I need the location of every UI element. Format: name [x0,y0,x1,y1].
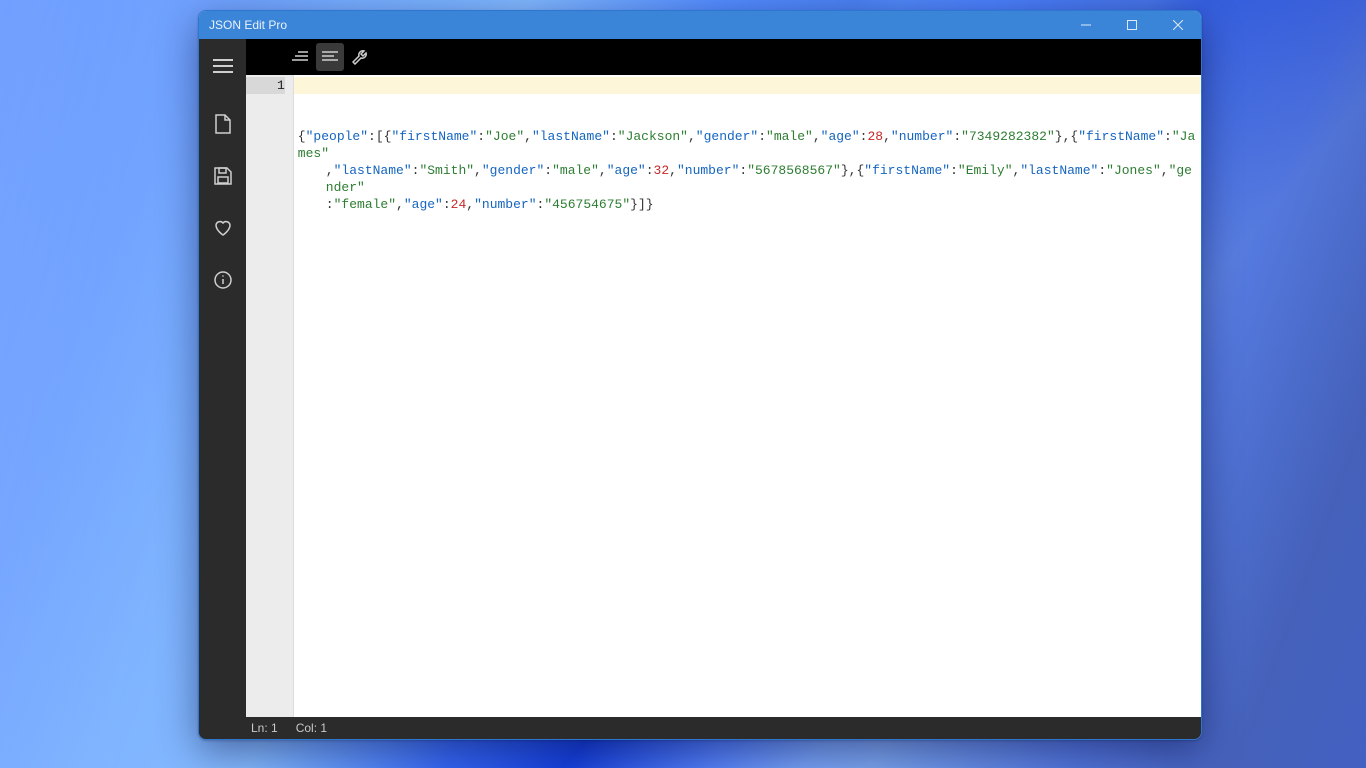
main-area: 1 {"people":[{"firstName":"Joe","lastNam… [246,39,1201,717]
line-number: 1 [246,77,285,94]
minimize-button[interactable] [1063,11,1109,39]
window-controls [1063,11,1201,39]
favorite-icon [214,220,232,236]
info-button[interactable] [203,263,243,297]
titlebar[interactable]: JSON Edit Pro [199,11,1201,39]
code-area[interactable]: {"people":[{"firstName":"Joe","lastName"… [294,75,1201,717]
code-content: {"people":[{"firstName":"Joe","lastName"… [298,128,1197,213]
editor[interactable]: 1 {"people":[{"firstName":"Joe","lastNam… [246,75,1201,717]
sidebar [199,39,246,717]
save-button[interactable] [203,159,243,193]
tools-button[interactable] [346,43,374,71]
save-icon [214,167,232,185]
close-icon [1173,20,1183,30]
client-area: 1 {"people":[{"firstName":"Joe","lastNam… [199,39,1201,739]
hamburger-menu-button[interactable] [203,49,243,83]
hamburger-menu-icon [213,59,233,73]
indent-right-icon [292,50,308,64]
statusbar: Ln: 1 Col: 1 [199,717,1201,739]
align-left-icon [322,50,338,64]
status-line: Ln: 1 [251,721,278,735]
favorite-button[interactable] [203,211,243,245]
current-line-highlight [294,77,1201,94]
gutter: 1 [246,75,294,717]
indent-right-button[interactable] [286,43,314,71]
align-left-button[interactable] [316,43,344,71]
new-file-icon [215,114,231,134]
wrench-icon [352,49,368,65]
window-title: JSON Edit Pro [199,18,1063,32]
close-button[interactable] [1155,11,1201,39]
info-icon [214,271,232,289]
status-col: Col: 1 [296,721,327,735]
toolbar [246,39,1201,75]
maximize-icon [1127,20,1137,30]
maximize-button[interactable] [1109,11,1155,39]
new-file-button[interactable] [203,107,243,141]
minimize-icon [1081,20,1091,30]
app-window: JSON Edit Pro [198,10,1202,740]
